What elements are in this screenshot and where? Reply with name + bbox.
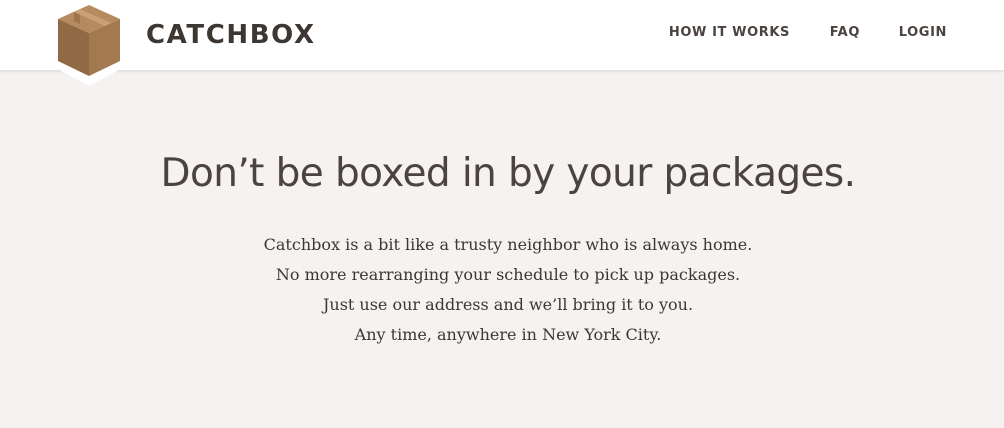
nav-how-it-works[interactable]: HOW IT WORKS: [669, 24, 790, 42]
nav-login[interactable]: LOGIN: [899, 24, 947, 42]
nav-faq[interactable]: FAQ: [830, 24, 860, 42]
hero-description: Catchbox is a bit like a trusty neighbor…: [0, 233, 1004, 353]
hero-headline: Don’t be boxed in by your packages.: [160, 151, 857, 196]
hero-line: No more rearranging your schedule to pic…: [275, 265, 741, 284]
cardboard-box-icon[interactable]: [50, 0, 128, 88]
hero-section: Don’t be boxed in by your packages. Catc…: [0, 70, 1004, 428]
hero-line: Catchbox is a bit like a trusty neighbor…: [263, 235, 753, 254]
brand-name[interactable]: CATCHBOX: [146, 18, 316, 52]
site-header: CATCHBOX HOW IT WORKS FAQ LOGIN: [0, 0, 1004, 86]
hero-line: Just use our address and we’ll bring it …: [322, 295, 694, 314]
hero-line: Any time, anywhere in New York City.: [354, 325, 662, 344]
